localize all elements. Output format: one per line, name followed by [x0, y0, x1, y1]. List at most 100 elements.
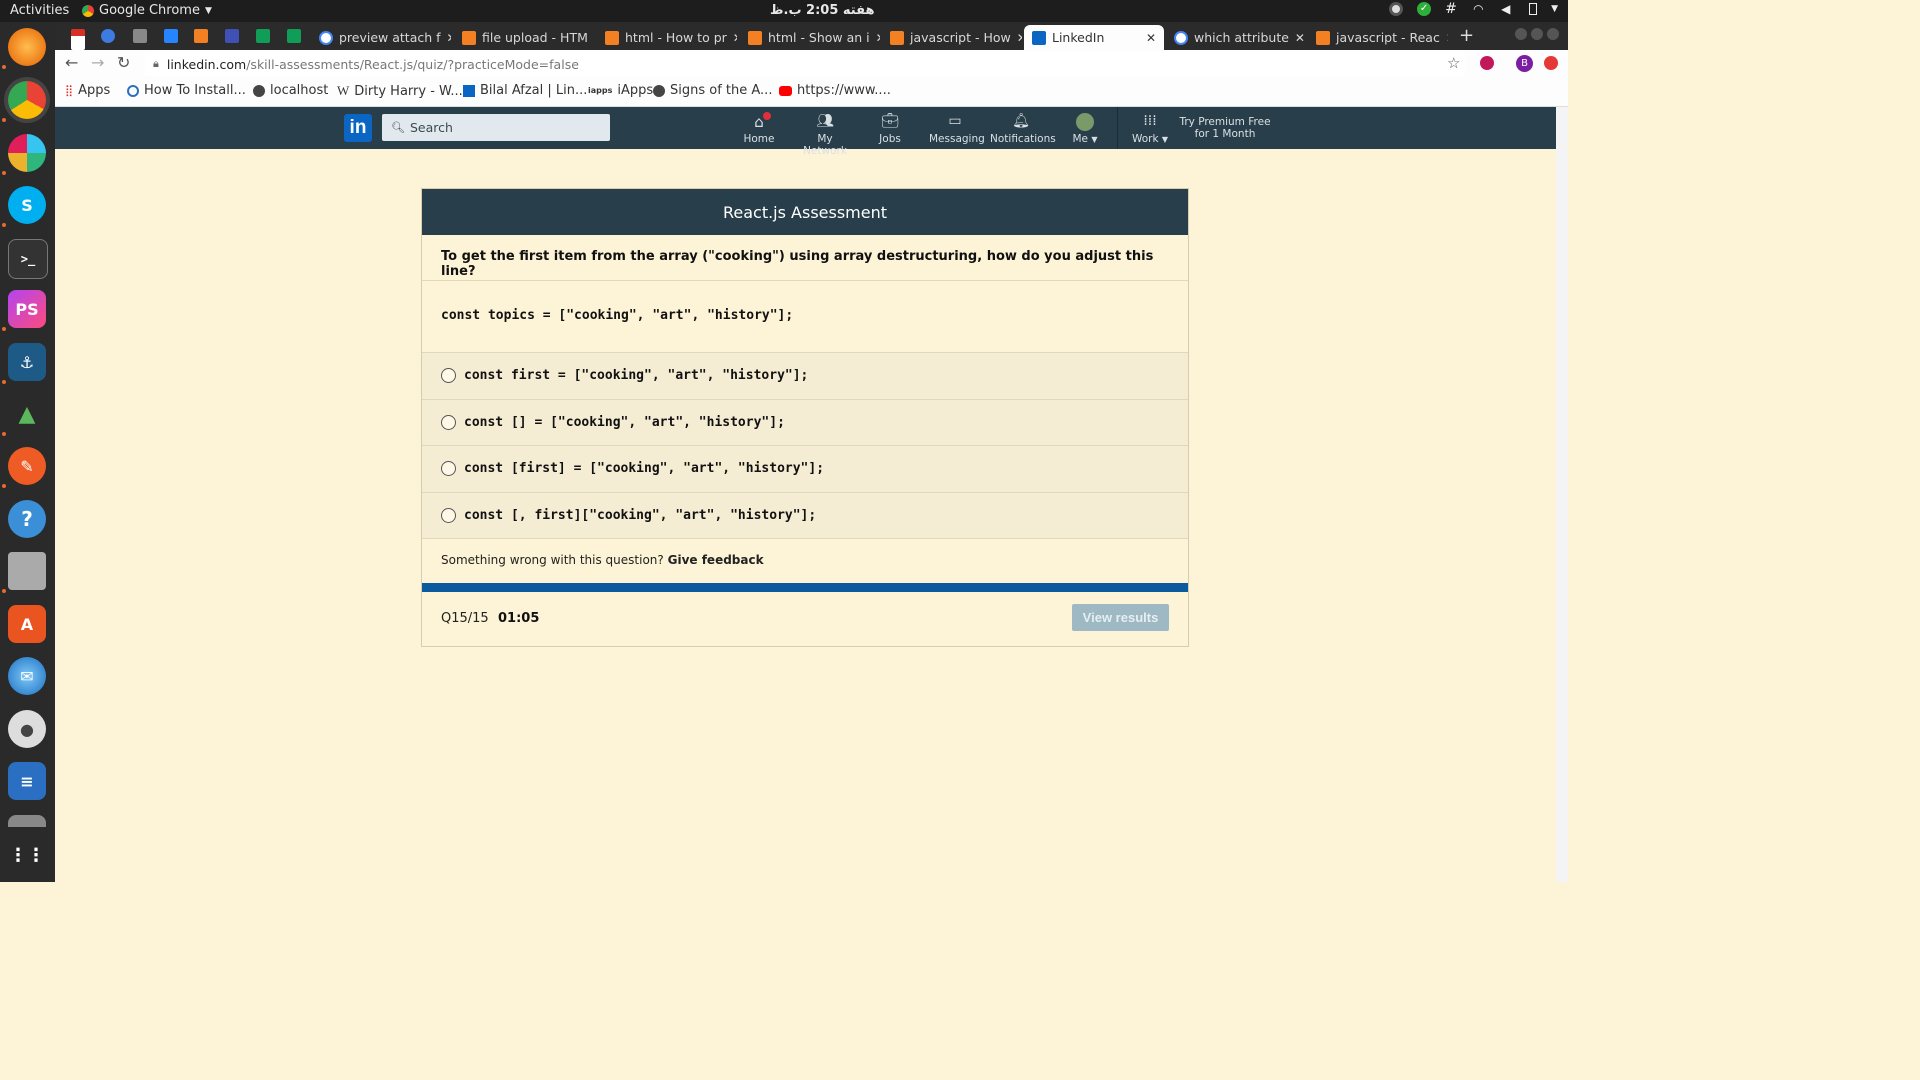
tab[interactable]: html - Show an i ✕	[740, 25, 880, 50]
reload-icon[interactable]: ↻	[117, 53, 130, 72]
pocket-tab-icon[interactable]	[133, 29, 147, 43]
dock: S >_ PS ⚓ ▲ ✎ ? A ✉ ● ≡ ⋮⋮	[0, 22, 55, 882]
give-feedback-link[interactable]: Give feedback	[668, 553, 764, 567]
nav-label: My Network	[803, 133, 847, 157]
nav-messaging[interactable]: ▭ Messaging	[929, 113, 985, 145]
bookmark-item[interactable]: How To Install...	[127, 83, 246, 98]
nav-home[interactable]: ⌂ Home	[739, 112, 779, 145]
help-icon[interactable]: ?	[8, 500, 46, 538]
rhythmbox-icon[interactable]: ●	[8, 710, 46, 748]
bookmark-item[interactable]: https://www....	[779, 83, 891, 98]
mysql-workbench-icon[interactable]: ⚓	[8, 343, 46, 381]
firefox-icon[interactable]	[8, 28, 46, 66]
activities-button[interactable]: Activities	[10, 3, 69, 18]
chevron-down-icon[interactable]: ▼	[1551, 4, 1558, 14]
quiz-footer: Q15/15 01:05 View results	[422, 592, 1188, 647]
bookmark-label: How To Install...	[144, 83, 246, 98]
app-name: Google Chrome	[99, 3, 200, 18]
tab[interactable]: which attribute ✕	[1166, 25, 1306, 50]
trash-icon[interactable]	[8, 815, 46, 827]
radio-button[interactable]	[441, 507, 456, 523]
close-window-icon[interactable]	[1547, 28, 1559, 40]
bookmark-item[interactable]: localhost	[253, 83, 328, 98]
calendar-tab-icon[interactable]	[225, 29, 239, 43]
bookmark-item[interactable]: iapps iApps	[588, 83, 653, 98]
tab[interactable]: preview attach f ✕	[311, 25, 451, 50]
close-icon[interactable]: ✕	[733, 31, 737, 45]
show-apps-icon[interactable]: ⋮⋮	[8, 836, 46, 874]
wifi-icon[interactable]: ◠	[1473, 2, 1487, 16]
battery-icon[interactable]	[1529, 3, 1538, 15]
nav-my-network[interactable]: 👥︎ My Network	[795, 113, 855, 157]
lock-icon[interactable]: 🔒︎	[153, 57, 159, 71]
radio-button[interactable]	[441, 368, 456, 384]
nav-work[interactable]: ⁞⁞⁞ Work ▼	[1129, 113, 1171, 145]
close-icon[interactable]: ✕	[447, 31, 451, 45]
close-icon[interactable]: ✕	[1017, 31, 1022, 45]
jira-tab-icon[interactable]	[164, 29, 178, 43]
scrollbar[interactable]	[1556, 107, 1568, 882]
postman-icon[interactable]: ✎	[8, 447, 46, 485]
tab[interactable]: javascript - How ✕	[882, 25, 1022, 50]
close-icon[interactable]: ✕	[1295, 31, 1305, 45]
radio-button[interactable]	[441, 461, 456, 477]
stackoverflow-tab-icon[interactable]	[194, 29, 208, 43]
sheets-tab-icon[interactable]	[256, 29, 270, 43]
slack-tray-icon[interactable]: #	[1445, 2, 1459, 16]
new-tab-button[interactable]: +	[1459, 25, 1474, 46]
profile-avatar[interactable]: B	[1516, 55, 1533, 72]
nav-label: Messaging	[929, 133, 985, 145]
close-icon[interactable]: ✕	[1446, 31, 1448, 45]
tab[interactable]: html - How to pr ✕	[597, 25, 737, 50]
terminal-icon[interactable]: >_	[8, 239, 48, 279]
address-bar[interactable]: 🔒︎ linkedin.com/skill-assessments/React.…	[145, 52, 1465, 76]
slack-icon[interactable]	[8, 134, 46, 172]
answer-option[interactable]: const [, first]["cooking", "art", "histo…	[422, 492, 1188, 539]
files-icon[interactable]	[8, 552, 46, 590]
answer-option[interactable]: const first = ["cooking", "art", "histor…	[422, 353, 1188, 400]
clock[interactable]: هفته 2:05 ب.ظ	[770, 3, 874, 18]
close-icon[interactable]: ✕	[1146, 31, 1156, 45]
bookmark-apps[interactable]: ⣿ Apps	[65, 83, 110, 98]
nav-me[interactable]: Me ▼	[1067, 113, 1103, 145]
bookmark-item[interactable]: Signs of the A...	[653, 83, 772, 98]
gmail-tab-icon[interactable]	[71, 29, 85, 50]
skype-icon[interactable]: S	[8, 186, 46, 224]
radio-button[interactable]	[441, 414, 456, 430]
view-results-button[interactable]: View results	[1072, 604, 1169, 631]
try-premium-link[interactable]: Try Premium Free for 1 Month	[1173, 116, 1277, 140]
maximize-icon[interactable]	[1531, 28, 1543, 40]
check-icon[interactable]: ✓	[1417, 2, 1432, 16]
nav-jobs[interactable]: 💼︎ Jobs	[873, 113, 907, 145]
volume-icon[interactable]: ◀	[1501, 2, 1515, 16]
libreoffice-writer-icon[interactable]: ≡	[8, 762, 46, 800]
minimize-icon[interactable]	[1515, 28, 1527, 40]
software-center-icon[interactable]: A	[8, 605, 46, 643]
nav-label: Notifications	[990, 133, 1056, 145]
linkedin-logo[interactable]: in	[344, 114, 372, 142]
bookmark-item[interactable]: W Dirty Harry - W...	[337, 83, 463, 99]
record-icon[interactable]	[1389, 2, 1404, 16]
answer-option[interactable]: const [first] = ["cooking", "art", "hist…	[422, 446, 1188, 493]
tab[interactable]: file upload - HTM ✕	[454, 25, 594, 50]
tab[interactable]: javascript - Reac ✕	[1308, 25, 1448, 50]
phpstorm-icon[interactable]: PS	[8, 290, 46, 328]
close-icon[interactable]: ✕	[876, 31, 880, 45]
bookmark-star-icon[interactable]: ☆	[1447, 54, 1460, 72]
search-input[interactable]: 🔍︎ Search	[382, 114, 610, 141]
extension-icon[interactable]	[1544, 56, 1558, 70]
assessment-card: React.js Assessment To get the first ite…	[421, 188, 1189, 647]
bookmark-item[interactable]: Bilal Afzal | Lin...	[463, 83, 587, 98]
pinned-tab-icon[interactable]	[101, 29, 115, 43]
back-icon[interactable]: ←	[65, 53, 78, 72]
extension-icon[interactable]	[1480, 56, 1494, 70]
sheets-tab-icon[interactable]	[287, 29, 301, 43]
thunderbird-icon[interactable]: ✉	[8, 657, 46, 695]
chrome-dock-icon[interactable]	[8, 81, 46, 119]
tab-linkedin[interactable]: LinkedIn ✕	[1024, 25, 1164, 50]
rocket-icon[interactable]: ▲	[8, 395, 46, 433]
nav-notifications[interactable]: 🔔︎ Notifications	[990, 113, 1056, 145]
app-menu[interactable]: Google Chrome ▼	[82, 3, 212, 18]
forward-icon[interactable]: →	[91, 53, 104, 72]
answer-option[interactable]: const [] = ["cooking", "art", "history"]…	[422, 399, 1188, 446]
